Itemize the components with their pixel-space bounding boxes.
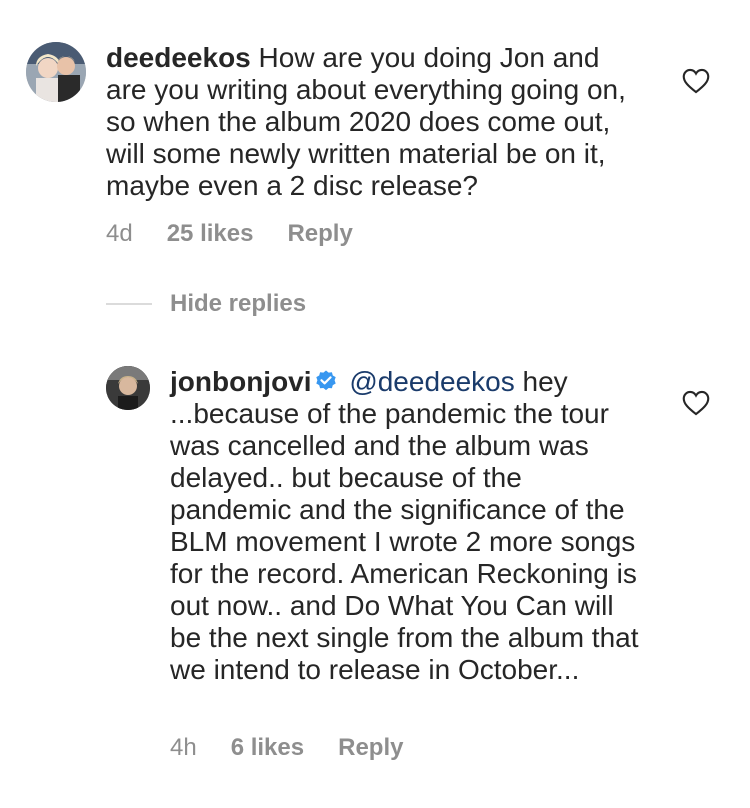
profile-photo — [106, 366, 150, 410]
comment-meta: 4d 25 likes Reply — [106, 220, 387, 248]
hide-replies-label: Hide replies — [170, 290, 307, 317]
reply-mention[interactable]: @deedeekos — [349, 366, 514, 397]
avatar[interactable] — [106, 366, 150, 410]
reply-age: 4h — [170, 734, 197, 761]
hide-replies-toggle[interactable]: Hide replies — [106, 290, 306, 318]
reply-button[interactable]: Reply — [287, 220, 352, 248]
comment-body: deedeekos How are you doing Jon and are … — [106, 42, 646, 202]
reply-meta: 4h 6 likes Reply — [170, 734, 437, 762]
reply-username[interactable]: jonbonjovi — [170, 366, 312, 397]
like-heart-icon[interactable] — [682, 390, 710, 416]
comment-likes[interactable]: 25 likes — [167, 220, 254, 248]
profile-photo — [26, 42, 86, 102]
reply-body: jonbonjovi @deedeekos hey ...because of … — [170, 366, 650, 686]
verified-badge-icon — [315, 370, 336, 391]
comment-username[interactable]: deedeekos — [106, 42, 251, 73]
reply-likes[interactable]: 6 likes — [231, 734, 304, 762]
divider — [106, 303, 152, 305]
reply-text: hey ...because of the pandemic the tour … — [170, 366, 639, 685]
like-heart-icon[interactable] — [682, 68, 710, 94]
reply-button[interactable]: Reply — [338, 734, 403, 762]
comment-age: 4d — [106, 220, 133, 247]
avatar[interactable] — [26, 42, 86, 102]
